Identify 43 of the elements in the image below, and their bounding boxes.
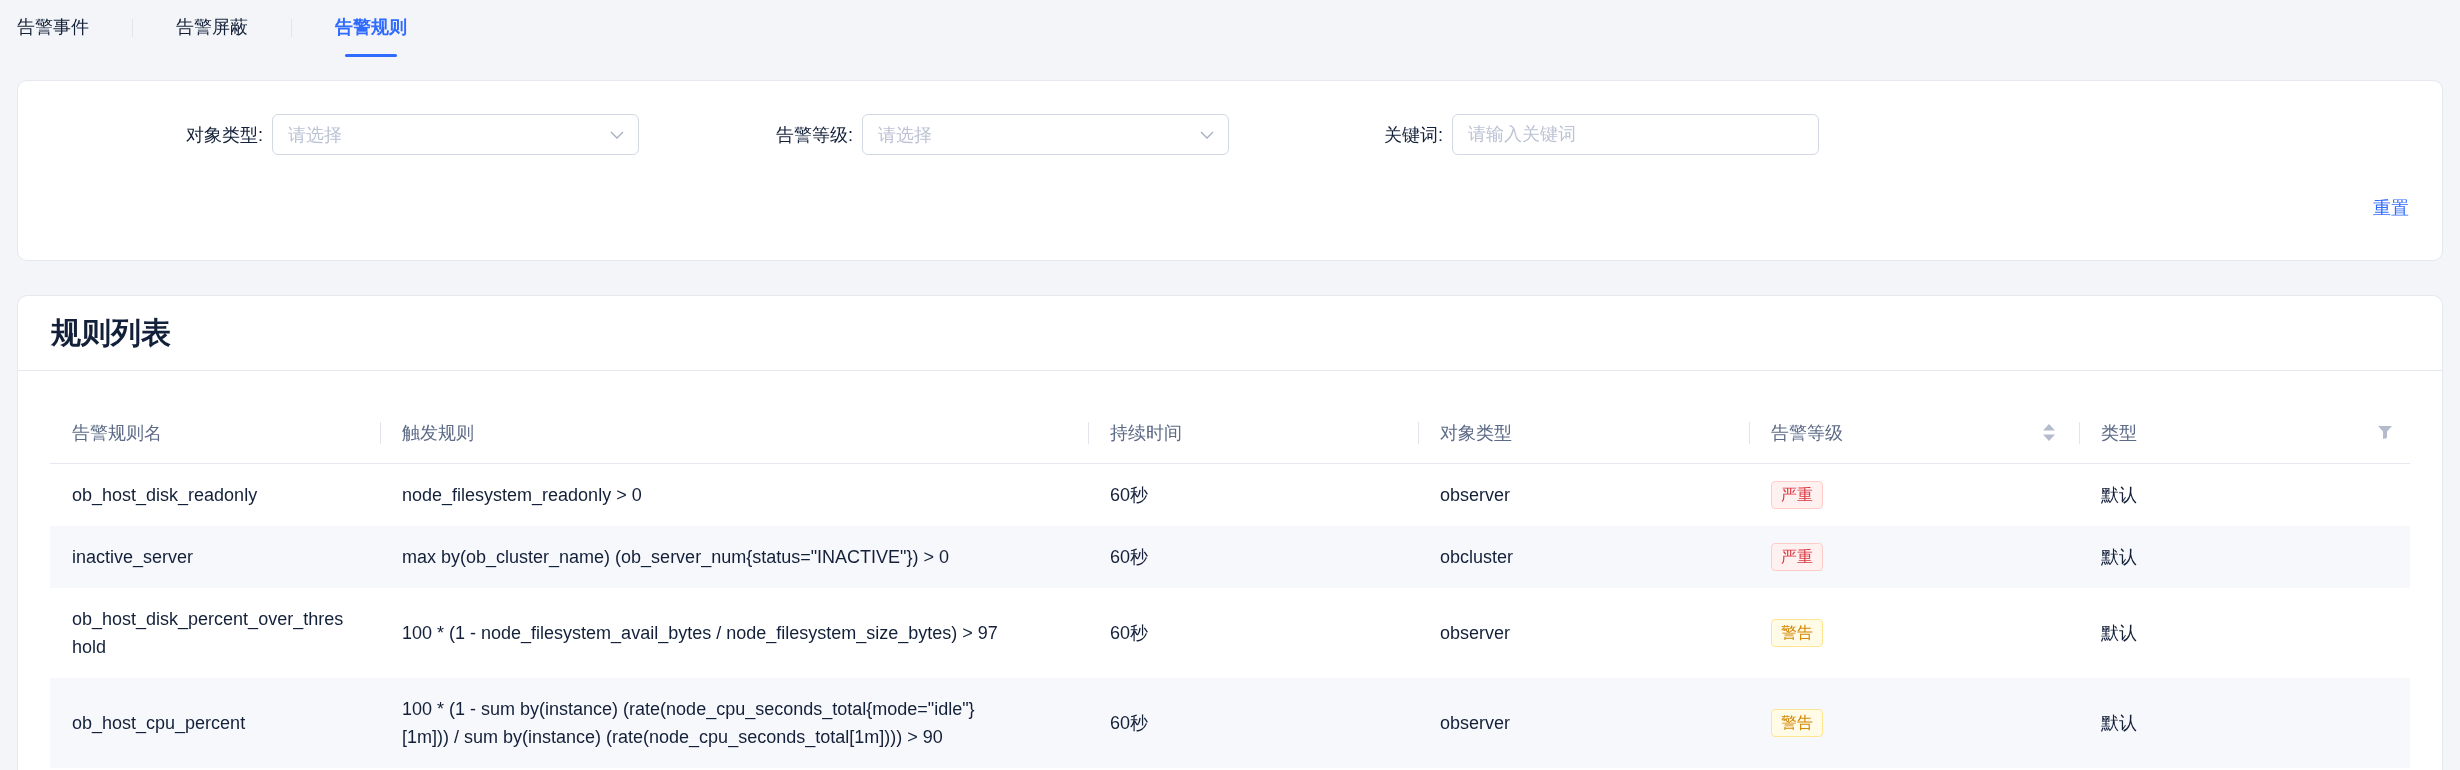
table-cell-text: 100 * (1 - node_filesystem_avail_bytes / node_filesystem_size_bytes) > 97: [401, 622, 999, 646]
column-header: 触发规则: [402, 421, 474, 445]
sort-icon[interactable]: [2043, 424, 2055, 441]
severity-badge: 严重: [1771, 543, 1823, 571]
severity-badge: 警告: [1771, 619, 1823, 647]
table-cell-text: 60秒: [1109, 484, 1150, 507]
table-cell-text: ob_host_disk_percent_over_threshold: [71, 608, 345, 659]
table-cell-text: max by(ob_cluster_name) (ob_server_num{status="INACTIVE"}) > 0: [401, 546, 951, 570]
column-header: 告警规则名: [72, 421, 162, 445]
table-cell-text: observer: [1439, 712, 1512, 735]
tab[interactable]: 告警事件: [17, 13, 89, 57]
tab[interactable]: 告警规则: [335, 13, 407, 57]
column-header: 对象类型: [1440, 421, 1512, 445]
table-cell-text: 默认: [2100, 484, 2138, 507]
table-cell-text: observer: [1439, 484, 1512, 507]
table-cell-text: 60秒: [1109, 622, 1150, 645]
field-label: 对象类型:: [185, 123, 263, 147]
filter-icon[interactable]: [2378, 426, 2392, 439]
column-header: 持续时间: [1110, 421, 1182, 445]
field-label: 告警等级:: [775, 123, 853, 147]
table-cell-text: inactive_server: [71, 546, 195, 570]
table-cell-text: ob_host_cpu_percent: [71, 712, 247, 736]
table-cell-text: obcluster: [1439, 546, 1515, 569]
table-cell-text: 60秒: [1109, 712, 1150, 735]
table-cell-text: 60秒: [1109, 546, 1150, 569]
chevron-down-icon: [610, 130, 624, 139]
tab[interactable]: 告警屏蔽: [176, 13, 248, 57]
reset-link[interactable]: 重置: [2373, 194, 2409, 222]
keyword-input[interactable]: 请输入关键词: [1452, 114, 1819, 155]
table-cell-text: 默认: [2100, 712, 2138, 735]
table-cell-text: ob_host_disk_readonly: [71, 484, 259, 508]
severity-badge: 警告: [1771, 709, 1823, 737]
table-cell-text: 100 * (1 - sum by(instance) (rate(node_cpu_seconds_total{mode="idle"}[1m])) / sum by(instance) (rate(node_cpu_seconds_total[1m]))) > 90: [401, 698, 976, 750]
table-cell-text: observer: [1439, 622, 1512, 645]
severity-badge: 严重: [1771, 481, 1823, 509]
section-title: 规则列表: [51, 315, 171, 351]
table-cell-text: 默认: [2100, 546, 2138, 569]
table-cell-text: node_filesystem_readonly > 0: [401, 484, 643, 508]
column-header: 告警等级: [1771, 421, 1843, 445]
column-header: 类型: [2101, 421, 2137, 445]
chevron-down-icon: [1200, 130, 1214, 139]
field-label: 关键词:: [1383, 123, 1443, 147]
table-cell-text: 默认: [2100, 622, 2138, 645]
